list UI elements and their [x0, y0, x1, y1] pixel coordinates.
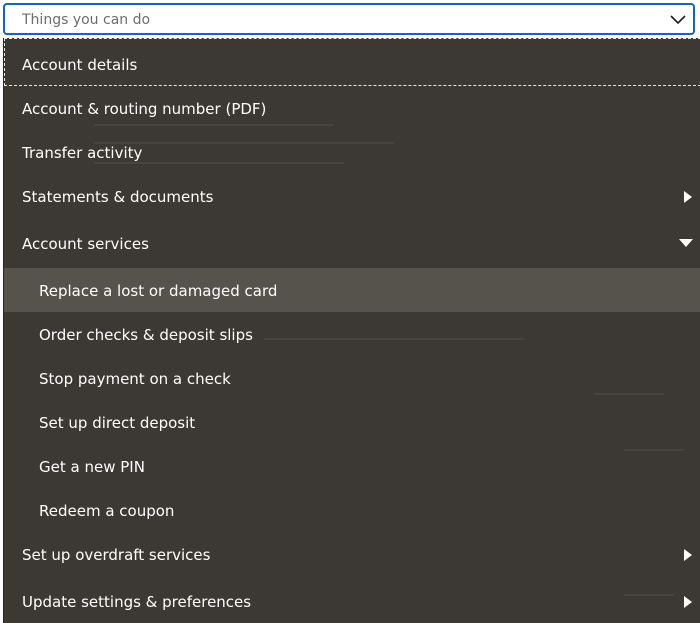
menu-item-overdraft-services[interactable]: Set up overdraft services — [4, 532, 700, 578]
submenu-item-new-pin[interactable]: Get a new PIN — [4, 444, 700, 488]
submenu-item-replace-card[interactable]: Replace a lost or damaged card — [4, 268, 700, 312]
menu-item-account-services[interactable]: Account services — [4, 218, 700, 268]
submenu-item-direct-deposit[interactable]: Set up direct deposit — [4, 400, 700, 444]
menu-item-label: Account services — [22, 235, 149, 253]
menu-item-account-details[interactable]: Account details — [4, 38, 700, 86]
dropdown-menu: Account details Account & routing number… — [3, 38, 700, 623]
menu-item-label: Account details — [22, 56, 138, 74]
menu-item-label: Stop payment on a check — [39, 370, 231, 388]
menu-item-label: Account & routing number (PDF) — [22, 100, 267, 118]
chevron-right-icon — [684, 549, 692, 561]
select-placeholder: Things you can do — [22, 12, 151, 28]
menu-item-label: Order checks & deposit slips — [39, 326, 253, 344]
chevron-right-icon — [684, 191, 692, 203]
menu-item-label: Transfer activity — [22, 144, 143, 162]
things-you-can-do-select[interactable]: Things you can do — [3, 3, 695, 35]
submenu-item-order-checks[interactable]: Order checks & deposit slips — [4, 312, 700, 356]
app-root: Things you can do Account details Accoun… — [0, 0, 700, 623]
menu-item-label: Statements & documents — [22, 188, 214, 206]
menu-item-label: Update settings & preferences — [22, 593, 252, 611]
menu-item-label: Set up direct deposit — [39, 414, 196, 432]
menu-item-account-routing-number[interactable]: Account & routing number (PDF) — [4, 86, 700, 130]
menu-item-label: Set up overdraft services — [22, 546, 211, 564]
menu-item-transfer-activity[interactable]: Transfer activity — [4, 130, 700, 174]
submenu-item-stop-payment[interactable]: Stop payment on a check — [4, 356, 700, 400]
submenu-item-redeem-coupon[interactable]: Redeem a coupon — [4, 488, 700, 532]
menu-item-update-settings[interactable]: Update settings & preferences — [4, 578, 700, 623]
menu-item-label: Replace a lost or damaged card — [39, 282, 278, 300]
menu-item-label: Get a new PIN — [39, 458, 145, 476]
caret-down-icon — [679, 239, 693, 247]
menu-item-label: Redeem a coupon — [39, 502, 175, 520]
chevron-down-icon — [670, 15, 686, 25]
menu-item-statements-documents[interactable]: Statements & documents — [4, 174, 700, 218]
chevron-right-icon — [684, 596, 692, 608]
